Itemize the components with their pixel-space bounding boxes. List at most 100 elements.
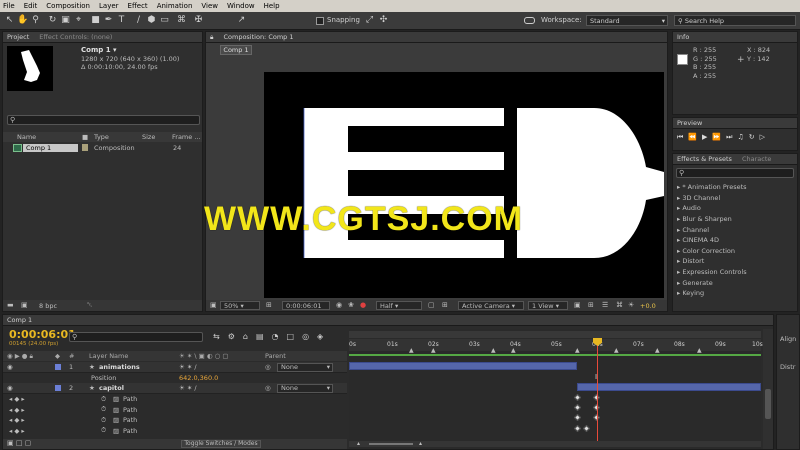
menu-effect[interactable]: Effect bbox=[128, 2, 148, 10]
layer-duration-bar-animations[interactable] bbox=[349, 362, 577, 370]
col-frame[interactable]: Frame ... bbox=[172, 133, 201, 141]
path-keyframe[interactable] bbox=[573, 393, 582, 402]
folder-icon[interactable]: ▬ bbox=[7, 301, 14, 309]
exposure-value[interactable]: +0.0 bbox=[640, 302, 656, 310]
col-type[interactable]: Type bbox=[94, 133, 109, 141]
col-name[interactable]: Name bbox=[17, 133, 36, 141]
view-layout-select[interactable]: 1 View ▾ bbox=[528, 301, 568, 310]
effect-category[interactable]: ▸ Color Correction bbox=[673, 246, 797, 257]
align-label[interactable]: Align bbox=[780, 335, 796, 343]
effect-category[interactable]: ▸ CINEMA 4D bbox=[673, 235, 797, 246]
work-area-bar[interactable] bbox=[349, 354, 761, 356]
stopwatch-icon[interactable]: ⏱ bbox=[101, 416, 106, 425]
marker-icon[interactable]: ▲ bbox=[409, 347, 414, 354]
selection-tool-icon[interactable]: ↖ bbox=[4, 15, 15, 26]
menu-file[interactable]: File bbox=[3, 2, 15, 10]
label-color-swatch[interactable] bbox=[55, 385, 61, 391]
effects-search-input[interactable]: ⚲ bbox=[676, 168, 794, 178]
lock-icon[interactable]: 🔒︎ bbox=[210, 33, 213, 42]
marker-icon[interactable]: ▲ bbox=[614, 347, 619, 354]
workspace-toggle-icon[interactable] bbox=[524, 17, 535, 24]
project-item-row[interactable]: Comp 1 Composition 24 bbox=[3, 143, 202, 153]
transparency-grid-icon[interactable]: ⊞ bbox=[442, 301, 448, 309]
hand-tool-icon[interactable]: ✋ bbox=[17, 15, 28, 26]
clone-stamp-tool-icon[interactable]: ⬢ bbox=[146, 15, 157, 26]
col-layer-name[interactable]: Layer Name bbox=[89, 352, 128, 360]
loop-icon[interactable]: ↻ bbox=[749, 133, 760, 141]
tab-preview[interactable]: Preview bbox=[677, 119, 702, 127]
path-keyframe[interactable] bbox=[582, 424, 591, 433]
first-frame-icon[interactable]: ⏮ bbox=[677, 133, 688, 141]
timeline-scrollbar[interactable] bbox=[763, 329, 773, 449]
bpc-label[interactable]: 8 bpc bbox=[39, 302, 57, 310]
path-keyframe[interactable] bbox=[573, 413, 582, 422]
eye-icon[interactable]: ◉ bbox=[7, 363, 13, 371]
marker-icon[interactable]: ▲ bbox=[511, 347, 516, 354]
menu-window[interactable]: Window bbox=[227, 2, 255, 10]
menu-edit[interactable]: Edit bbox=[24, 2, 38, 10]
path-keyframe[interactable] bbox=[573, 403, 582, 412]
col-parent[interactable]: Parent bbox=[265, 352, 286, 360]
menu-layer[interactable]: Layer bbox=[99, 2, 119, 10]
effect-category[interactable]: ▸ Expression Controls bbox=[673, 267, 797, 278]
grid-icon[interactable]: ⊞ bbox=[266, 301, 272, 309]
tab-effect-controls[interactable]: Effect Controls: (none) bbox=[39, 33, 112, 41]
marker-icon[interactable]: ▲ bbox=[575, 347, 580, 354]
audio-icon[interactable]: ♫ bbox=[737, 133, 748, 141]
rotate-tool-icon[interactable]: ↻ bbox=[47, 15, 58, 26]
tab-timeline-comp[interactable]: Comp 1 bbox=[7, 316, 32, 324]
snapping-checkbox[interactable] bbox=[316, 17, 324, 25]
snap-icon[interactable]: ⤢ bbox=[364, 15, 375, 26]
roto-brush-tool-icon[interactable]: ⌘ bbox=[176, 15, 187, 26]
puppet-tool-icon[interactable]: ✠ bbox=[193, 15, 204, 26]
brush-tool-icon[interactable]: ∕ bbox=[133, 15, 144, 26]
time-navigator[interactable] bbox=[349, 331, 761, 338]
parent-select[interactable]: None ▾ bbox=[277, 363, 333, 372]
search-help-input[interactable]: ⚲ Search Help bbox=[674, 15, 796, 26]
distribute-label[interactable]: Distr bbox=[780, 363, 795, 371]
layer-switches[interactable]: ☀ ✶ / bbox=[179, 363, 197, 371]
zoom-in-icon[interactable]: ▴ bbox=[419, 440, 422, 447]
menu-composition[interactable]: Composition bbox=[46, 2, 90, 10]
timeline-search-input[interactable]: ⚲ bbox=[69, 332, 203, 342]
time-graph[interactable]: 0s 01s 02s 03s 04s 05s 06s 07s 08s 09s 1… bbox=[349, 329, 763, 449]
menu-view[interactable]: View bbox=[201, 2, 218, 10]
keyframe-nav-icon[interactable]: ◂ ◆ ▸ bbox=[9, 406, 25, 414]
effect-category[interactable]: ▸ Audio bbox=[673, 203, 797, 214]
comp-timecode[interactable]: 0:00:06:01 bbox=[282, 301, 330, 310]
property-row[interactable]: ◂ ◆ ▸ ⏱ ▨ Path bbox=[3, 426, 347, 437]
layer-row[interactable]: ◉ 1 ★ animations ☀ ✶ / ◎ None ▾ bbox=[3, 362, 347, 373]
ram-preview-icon[interactable]: ▷ bbox=[760, 133, 770, 141]
auto-keyframe-icon[interactable]: ◈ bbox=[317, 332, 331, 341]
comp-subtab[interactable]: Comp 1 bbox=[220, 45, 252, 55]
keyframe-nav-icon[interactable]: ◂ ◆ ▸ bbox=[9, 395, 25, 403]
draft-3d-icon[interactable]: ⚙ bbox=[228, 332, 243, 341]
region-of-interest-icon[interactable]: ▢ bbox=[428, 301, 435, 309]
toggle-switches-modes-button[interactable]: Toggle Switches / Modes bbox=[181, 440, 261, 448]
stopwatch-icon[interactable]: ⏱ bbox=[101, 395, 106, 404]
col-size[interactable]: Size bbox=[142, 133, 155, 141]
type-tool-icon[interactable]: T bbox=[116, 15, 127, 26]
next-frame-icon[interactable]: ⏩ bbox=[712, 133, 726, 141]
motion-blur-icon[interactable]: ◔ bbox=[272, 332, 287, 341]
prev-frame-icon[interactable]: ⏪ bbox=[688, 133, 702, 141]
marker-icon[interactable]: ▲ bbox=[491, 347, 496, 354]
trash-icon[interactable]: ␡ bbox=[87, 301, 93, 310]
effect-category[interactable]: ▸ Generate bbox=[673, 277, 797, 288]
zoom-select[interactable]: 50% ▾ bbox=[220, 301, 260, 310]
toggle-pixel-aspect-icon[interactable]: ▣ bbox=[574, 301, 581, 309]
show-snapshot-icon[interactable]: ❀ bbox=[348, 301, 354, 309]
parent-pickwhip-icon[interactable]: ◎ bbox=[265, 363, 271, 371]
channel-icon[interactable]: ● bbox=[360, 301, 366, 309]
comp-mini-flowchart-icon[interactable]: ⇆ bbox=[213, 332, 228, 341]
project-search-input[interactable]: ⚲ bbox=[7, 115, 200, 125]
menu-help[interactable]: Help bbox=[264, 2, 280, 10]
property-row[interactable]: ◂ ◆ ▸ ⏱ ▨ Path bbox=[3, 405, 347, 416]
tab-project[interactable]: Project bbox=[7, 33, 29, 41]
zoom-out-icon[interactable]: ▴ bbox=[357, 440, 360, 447]
effect-category[interactable]: ▸ Keying bbox=[673, 288, 797, 299]
timeline-icon[interactable]: ☰ bbox=[602, 301, 608, 309]
scrollbar-thumb[interactable] bbox=[765, 389, 771, 419]
eraser-tool-icon[interactable]: ▭ bbox=[159, 15, 170, 26]
property-row[interactable]: Position 642.0,360.0 bbox=[3, 373, 347, 383]
